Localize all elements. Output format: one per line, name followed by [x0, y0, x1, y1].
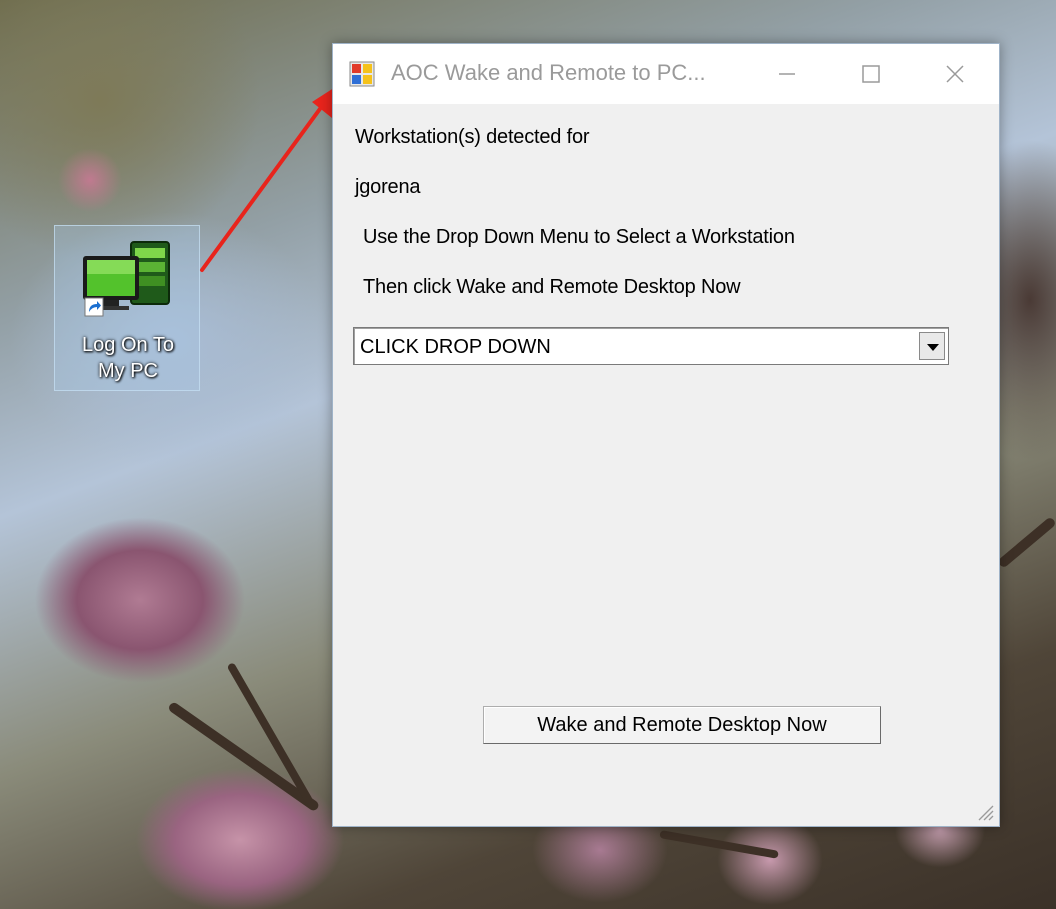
workstation-dropdown[interactable]: CLICK DROP DOWN	[353, 327, 949, 365]
username-label: jgorena	[355, 176, 421, 198]
instruction-select-label: Use the Drop Down Menu to Select a Works…	[363, 226, 795, 248]
desktop-background: Log On To My PC AOC Wake and Remote to P…	[0, 0, 1056, 909]
window-title: AOC Wake and Remote to PC...	[391, 60, 706, 85]
minimize-icon	[779, 73, 795, 75]
dropdown-button[interactable]	[919, 332, 945, 360]
dropdown-selected-value: CLICK DROP DOWN	[360, 336, 551, 358]
wallpaper-branch	[996, 516, 1056, 569]
minimize-button[interactable]	[745, 44, 829, 104]
dropdown-arrow-icon	[927, 344, 939, 351]
wallpaper-branch	[167, 700, 321, 813]
wallpaper-branch	[659, 830, 779, 859]
desktop-shortcut-log-on-to-my-pc[interactable]: Log On To My PC	[54, 225, 200, 391]
detected-label: Workstation(s) detected for	[355, 126, 590, 148]
close-button[interactable]	[913, 44, 997, 104]
window-titlebar[interactable]: AOC Wake and Remote to PC...	[333, 44, 999, 104]
wake-and-remote-button[interactable]: Wake and Remote Desktop Now	[483, 706, 881, 744]
shortcut-label-line2: My PC	[98, 360, 158, 382]
app-window-icon	[349, 61, 375, 87]
maximize-button[interactable]	[829, 44, 913, 104]
resize-grip-icon[interactable]	[973, 800, 995, 822]
app-window: AOC Wake and Remote to PC... Workstation…	[332, 43, 1000, 827]
instruction-click-label: Then click Wake and Remote Desktop Now	[363, 276, 741, 298]
computer-monitor-shortcut-icon	[83, 241, 170, 317]
shortcut-label-line1: Log On To	[82, 334, 174, 356]
close-icon	[946, 65, 964, 83]
wallpaper-branch	[226, 662, 314, 805]
red-arrow-icon	[200, 84, 340, 272]
desktop-shortcut-label: Log On To My PC	[55, 332, 201, 384]
maximize-icon	[862, 65, 880, 83]
